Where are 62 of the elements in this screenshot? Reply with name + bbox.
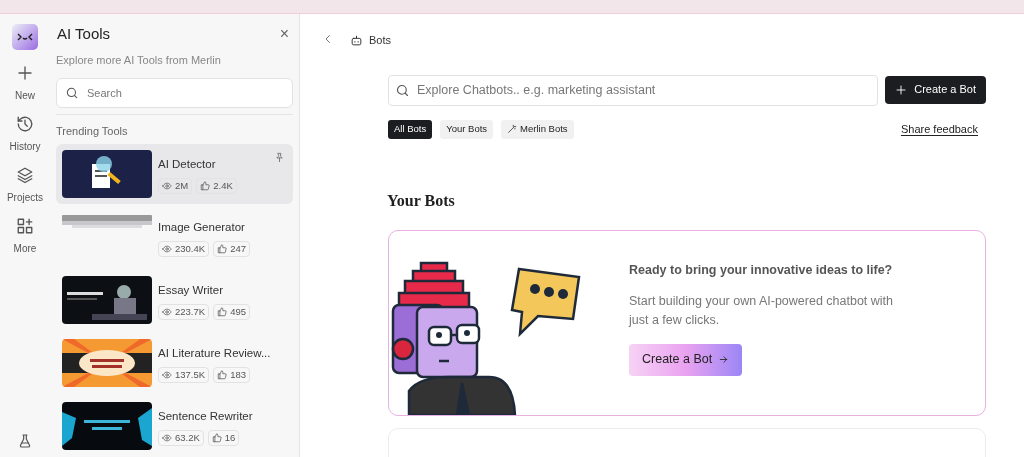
view-count: 230.4K: [158, 240, 210, 257]
app-logo[interactable]: [12, 24, 38, 50]
tool-name[interactable]: Sentence Rewriter: [158, 407, 253, 425]
search-icon: [395, 82, 410, 98]
like-count: 16: [207, 429, 240, 446]
tool-name[interactable]: AI Literature Review...: [158, 344, 271, 362]
like-count: 2.4K: [196, 177, 237, 194]
search-field[interactable]: Explore Chatbots.. e.g. marketing assistant: [388, 74, 879, 106]
nav-button[interactable]: Projects: [6, 166, 44, 205]
filter-tab[interactable]: All Bots: [388, 119, 433, 139]
thumbs-up-icon: [217, 369, 228, 380]
grid-icon: [16, 217, 34, 235]
tool-name[interactable]: Image Generator: [158, 218, 250, 236]
nav-button[interactable]: New: [15, 64, 35, 103]
tool-item[interactable]: Sentence Rewriter 63.2K 16: [56, 395, 293, 456]
thumbs-up-icon: [217, 243, 228, 254]
plus-icon: [895, 83, 908, 96]
section-heading: Your Bots: [387, 190, 456, 211]
like-count: 495: [213, 303, 250, 320]
tool-item[interactable]: AI Detector 2M 2.4K: [56, 143, 293, 204]
view-count: 63.2K: [158, 429, 204, 446]
card-title: Ready to bring your innovative ideas to life?: [629, 262, 894, 280]
nav-button[interactable]: History: [9, 115, 41, 154]
search-field[interactable]: Search: [56, 78, 293, 108]
flask-icon: [17, 433, 33, 449]
view-count: 137.5K: [158, 366, 210, 383]
section-title: Trending Tools: [56, 124, 129, 139]
robot-icon: [350, 33, 363, 47]
thumbs-up-icon: [211, 432, 222, 443]
eye-icon: [162, 369, 172, 380]
history-icon: [16, 115, 34, 133]
breadcrumb-title: Bots: [369, 33, 391, 48]
tool-name[interactable]: Essay Writer: [158, 281, 250, 299]
thumbs-up-icon: [200, 180, 211, 191]
close-button[interactable]: ×: [279, 26, 289, 43]
create-bot-button[interactable]: Create a Bot: [885, 75, 986, 104]
eye-icon: [162, 306, 172, 317]
arrow-right-icon: [718, 354, 730, 366]
plus-icon: [16, 64, 34, 82]
thumbs-up-icon: [217, 306, 228, 317]
view-count: 2M: [158, 177, 193, 194]
eye-icon: [162, 243, 172, 254]
tool-item[interactable]: Essay Writer 223.7K 495: [56, 269, 293, 330]
search-icon: [65, 86, 79, 100]
filter-tab[interactable]: Merlin Bots: [501, 119, 574, 139]
like-count: 183: [213, 366, 250, 383]
like-count: 247: [213, 240, 250, 257]
eye-icon: [162, 432, 172, 443]
create-bot-button[interactable]: Create a Bot: [629, 343, 743, 376]
card-text: Start building your own AI-powered chatbot with just a few clicks.: [629, 293, 895, 329]
tool-item[interactable]: Image Generator 230.4K 247: [56, 206, 293, 267]
view-count: 223.7K: [158, 303, 210, 320]
wand-icon: [507, 124, 518, 134]
feedback-link[interactable]: Share feedback: [900, 120, 978, 138]
tool-name[interactable]: AI Detector: [158, 155, 237, 173]
panel-title: AI Tools: [57, 24, 111, 44]
layers-icon: [16, 166, 34, 184]
nav-button[interactable]: More: [13, 217, 37, 256]
filter-tab[interactable]: Your Bots: [440, 119, 494, 139]
panel-subtitle: Explore more AI Tools from Merlin: [56, 52, 222, 68]
tool-item[interactable]: AI Literature Review... 137.5K 183: [56, 332, 293, 393]
eye-icon: [162, 180, 172, 191]
